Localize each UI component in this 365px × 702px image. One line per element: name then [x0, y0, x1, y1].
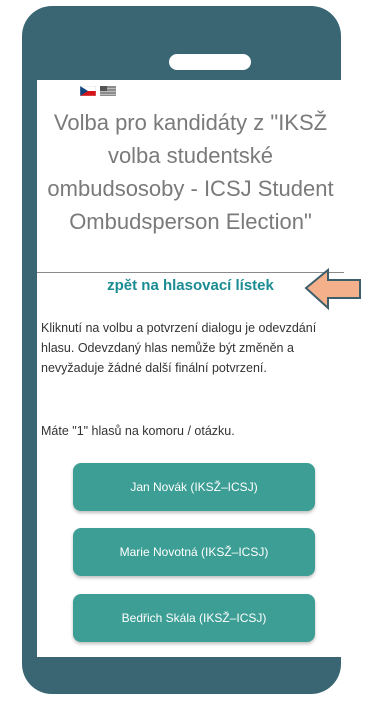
- voting-instructions: Kliknutí na volbu a potvrzení dialogu je…: [41, 321, 317, 375]
- candidate-button[interactable]: Jan Novák (IKSŽ–ICSJ): [73, 463, 315, 511]
- phone-speaker: [169, 54, 251, 70]
- czech-flag-icon[interactable]: [80, 86, 96, 96]
- title-divider: [37, 272, 344, 273]
- pointer-arrow-icon: [304, 268, 361, 311]
- candidate-button[interactable]: Marie Novotná (IKSŽ–ICSJ): [73, 528, 315, 576]
- election-title: Volba pro kandidáty z "IKSŽ volba studen…: [47, 110, 334, 234]
- english-flag-icon[interactable]: [100, 86, 116, 96]
- votes-remaining-text: Máte "1" hlasů na komoru / otázku.: [41, 424, 235, 438]
- back-to-ballot-link[interactable]: zpět na hlasovací lístek: [37, 277, 344, 294]
- phone-screen: Volba pro kandidáty z "IKSŽ volba studen…: [37, 80, 344, 657]
- candidate-button[interactable]: Bedřich Skála (IKSŽ–ICSJ): [73, 594, 315, 642]
- language-switcher: [80, 86, 116, 96]
